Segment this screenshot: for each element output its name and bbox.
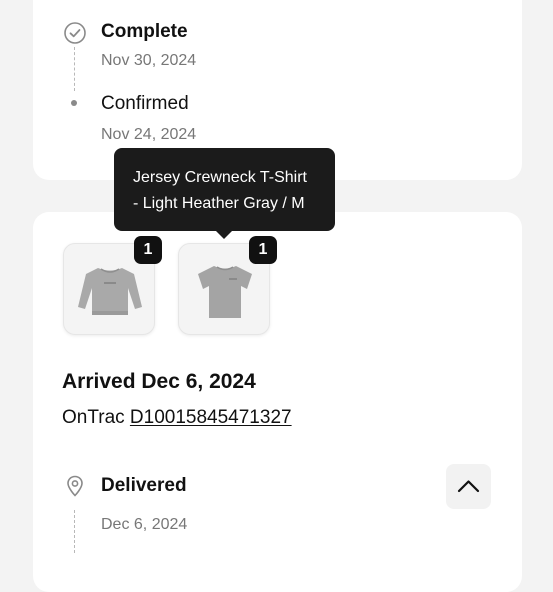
status-complete-title: Complete	[101, 21, 188, 42]
status-confirmed-title: Confirmed	[101, 93, 189, 114]
tooltip-arrow	[215, 230, 233, 239]
status-delivered-date: Dec 6, 2024	[101, 516, 188, 533]
status-confirmed-date: Nov 24, 2024	[101, 126, 197, 143]
collapse-button[interactable]	[446, 464, 491, 509]
item-quantity-badge: 1	[134, 236, 162, 264]
tooltip-line: - Light Heather Gray / M	[133, 195, 305, 212]
chevron-up-icon	[457, 480, 480, 493]
dot-icon	[71, 100, 77, 106]
status-delivered-title: Delivered	[101, 475, 187, 496]
tracking-number-link[interactable]: D10015845471327	[130, 407, 292, 428]
tooltip-line: Jersey Crewneck T-Shirt	[133, 169, 307, 186]
timeline-connector	[74, 47, 75, 91]
timeline-connector	[74, 510, 75, 553]
location-pin-icon	[63, 474, 87, 498]
item-tooltip: Jersey Crewneck T-Shirt - Light Heather …	[114, 148, 335, 231]
arrival-heading: Arrived Dec 6, 2024	[62, 370, 256, 393]
item-quantity-badge: 1	[249, 236, 277, 264]
status-complete-date: Nov 30, 2024	[101, 52, 197, 69]
check-circle-icon	[63, 21, 87, 45]
carrier-line: OnTrac D10015845471327	[62, 406, 292, 430]
carrier-name: OnTrac	[62, 407, 125, 428]
